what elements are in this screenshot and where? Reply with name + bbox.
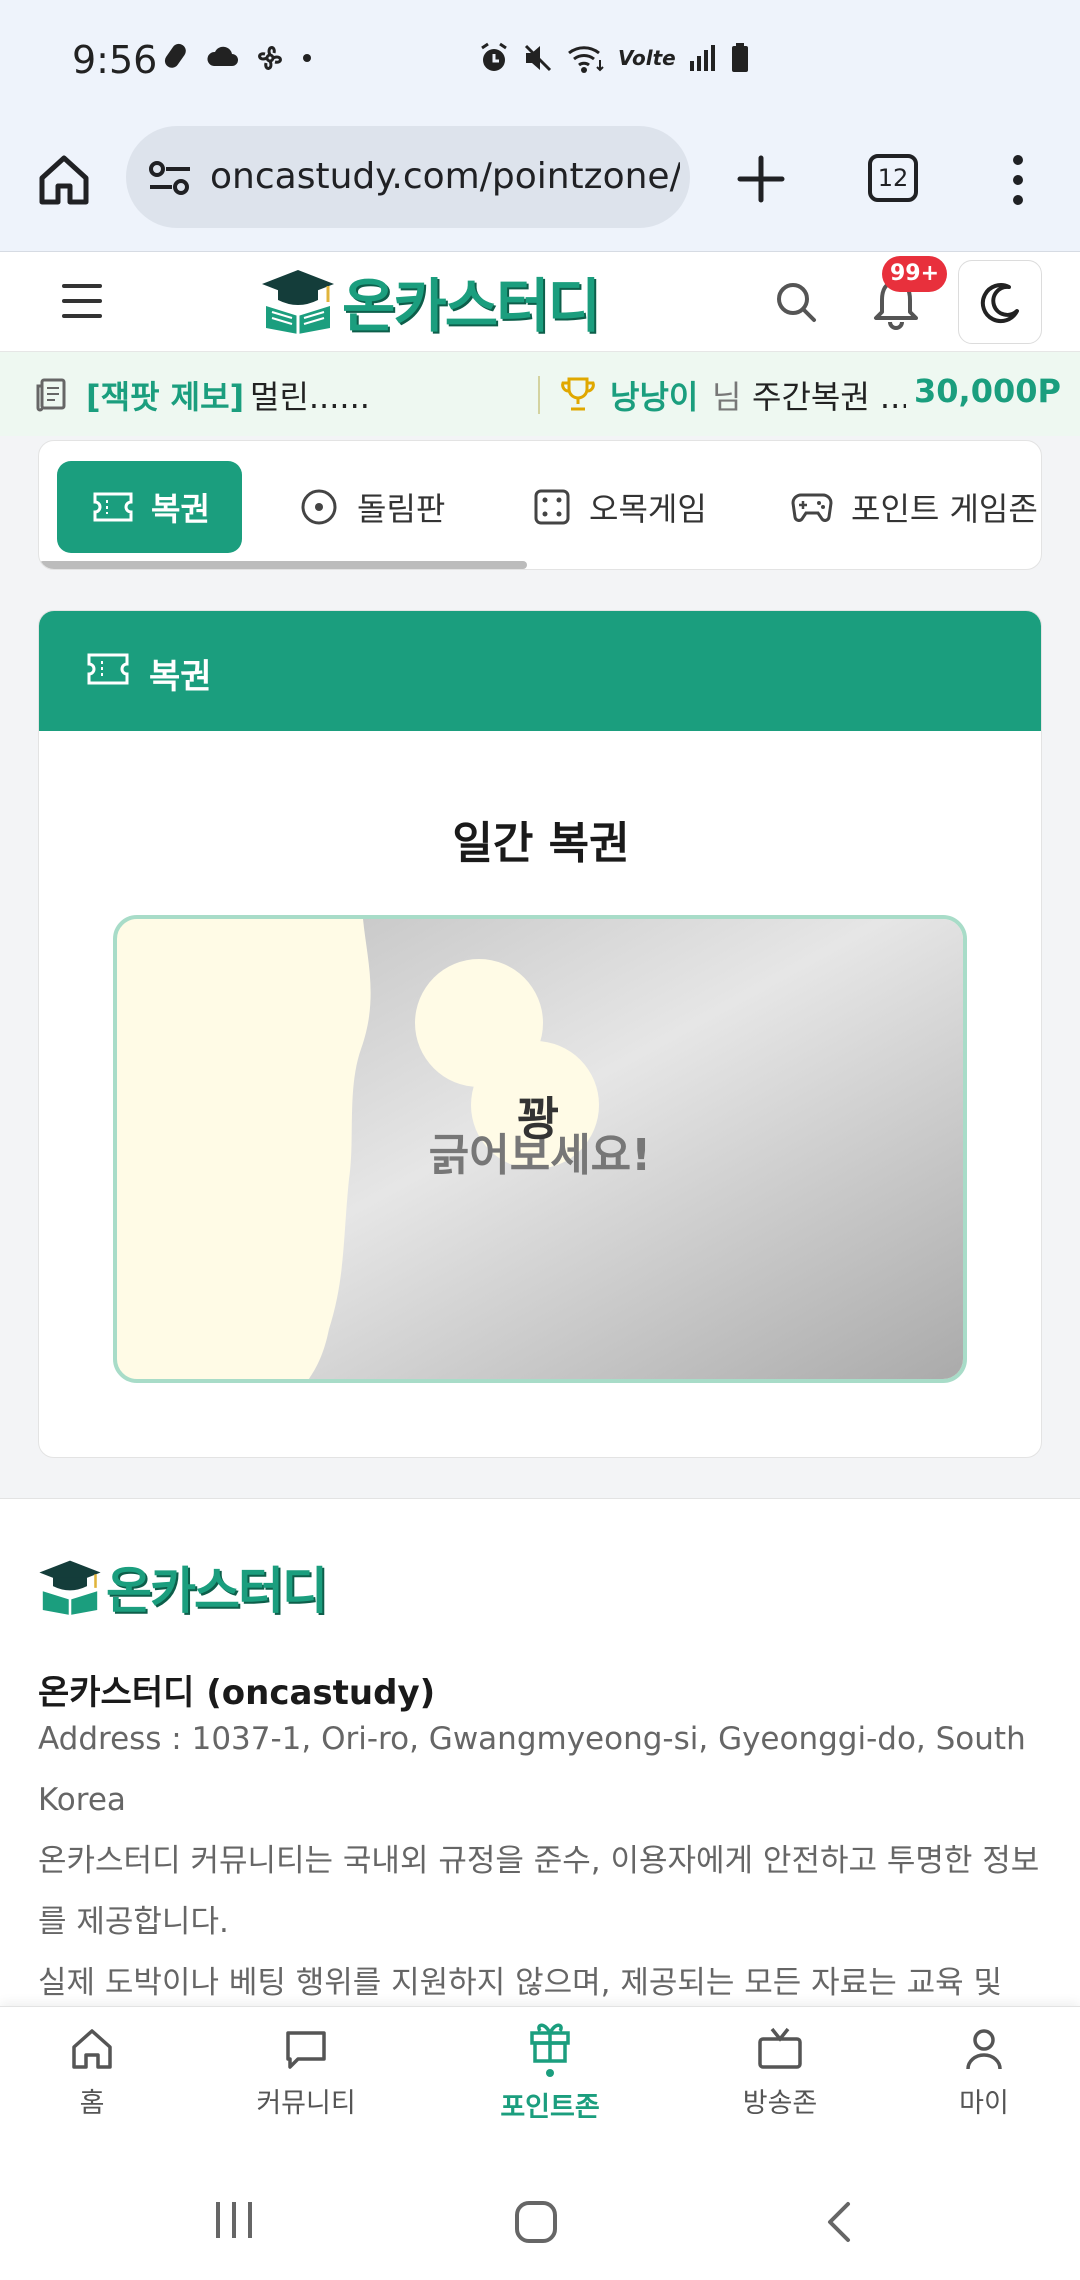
graduation-cap-icon [39,1560,101,1616]
hamburger-menu-icon[interactable] [62,284,102,318]
news-ticker[interactable]: [잭팟 제보] 멀린...... 낭낭이 님 주간복권 ... 30,000P [0,352,1080,436]
browser-home-icon[interactable] [36,152,92,208]
scratch-result: 꽝 [517,1092,560,1146]
graduation-cap-icon [262,270,334,334]
footer-description: 온카스터디 커뮤니티는 국내외 규정을 준수, 이용자에게 안전하고 투명한 정… [38,1843,1040,1940]
nav-community[interactable]: 커뮤니티 [226,2025,386,2120]
battery-icon [731,43,748,72]
theme-toggle-button[interactable] [958,260,1042,344]
footer-logo[interactable]: 온카스터디 [36,1551,328,1623]
browser-toolbar: oncastudy.com/pointzone/l 12 [0,126,1080,252]
footer-address: Address : 1037-1, Ori-ro, Gwangmyeong-si… [38,1721,1026,1818]
home-icon [72,2029,112,2069]
tab-label: 복권 [151,490,210,528]
tab-roulette[interactable]: 돌림판 [299,461,445,553]
notification-badge: 99+ [882,256,948,292]
newspaper-icon [36,378,66,412]
system-navigation [0,2158,1080,2280]
mute-icon [524,44,552,72]
ticker-news[interactable]: 멀린...... [250,372,370,418]
ticker-desc: 주간복권 ... [752,378,906,416]
url-bar[interactable]: oncastudy.com/pointzone/l [126,126,690,228]
footer-logo-text: 온카스터디 [106,1562,328,1620]
ticker-honorific: 님 [712,378,742,416]
status-bar: 9:56 Volte [0,0,1080,126]
nav-my[interactable]: 마이 [904,2025,1064,2120]
alarm-icon [481,42,507,71]
chat-icon [286,2031,326,2069]
logo-text: 온카스터디 [342,272,601,340]
tab-scroll-indicator[interactable] [39,561,527,569]
tab-label: 포인트 게임존 [851,490,1038,528]
site-settings-icon[interactable] [148,160,192,196]
ticket-icon [87,653,129,685]
tab-omok[interactable]: 오목게임 [533,461,707,553]
tab-label: 오목게임 [589,490,707,528]
fan-icon [258,46,282,70]
wifi-icon [568,46,604,73]
scratch-card[interactable]: 긁어보세요! 꽝 [113,915,967,1383]
search-icon[interactable] [772,278,820,326]
wheel-icon [301,489,337,525]
user-icon [966,2029,1002,2070]
nav-label: 홈 [79,2088,105,2119]
gamepad-icon [791,493,833,522]
nfc-icon [164,43,186,68]
nav-label: 마이 [959,2088,1009,2119]
daily-lottery-title: 일간 복권 [452,818,630,869]
more-menu-icon[interactable] [1000,152,1036,208]
nav-broadcast[interactable]: 방송존 [700,2025,860,2120]
tab-label: 돌림판 [357,490,446,528]
nav-label: 방송존 [742,2088,818,2119]
cloud-icon [207,46,238,66]
status-left-icons [162,42,314,74]
url-text[interactable]: oncastudy.com/pointzone/l [210,156,680,197]
new-tab-icon[interactable] [734,152,788,206]
bottom-navigation: 홈 커뮤니티 포인트존 방송존 마이 [0,2006,1080,2158]
nav-pointzone[interactable]: 포인트존 [470,2017,630,2124]
dice-icon [534,489,570,525]
active-indicator [546,2069,554,2077]
footer-company: 온카스터디 (oncastudy) [38,1673,436,1713]
site-footer: 온카스터디 온카스터디 (oncastudy) Address : 1037-1… [0,1498,1080,2008]
tv-icon [758,2027,802,2069]
site-logo[interactable]: 온카스터디 [258,266,601,340]
status-time: 9:56 [72,38,158,82]
gift-icon [530,2023,570,2063]
ticker-winner: 낭낭이 [610,378,699,416]
volte-label: Volte [618,46,676,70]
dot-icon [303,54,311,62]
ticker-tag: [잭팟 제보] [86,378,245,416]
ticket-icon [93,492,133,522]
recent-apps-icon[interactable] [212,2200,256,2240]
trophy-icon [561,377,595,411]
moon-icon [980,283,1019,324]
footer-disclaimer: 실제 도박이나 베팅 행위를 지원하지 않으며, 제공되는 모든 자료는 교육 … [38,1965,1002,2001]
ticker-divider [538,376,540,414]
nav-label: 포인트존 [500,2092,600,2123]
nav-home[interactable]: 홈 [12,2025,172,2120]
tab-count-button[interactable]: 12 [868,154,918,202]
lottery-card-title: 복권 [149,657,212,697]
ticker-points: 30,000P [914,372,1061,410]
lottery-card-header: 복권 [39,611,1041,731]
status-right-icons: Volte [478,42,750,74]
nav-label: 커뮤니티 [256,2088,356,2119]
back-icon[interactable] [820,2200,860,2244]
signal-icon [689,45,715,71]
lottery-card: 복권 일간 복권 긁어보세요! 꽝 [38,610,1042,1458]
pointzone-tabs: 복권 돌림판 오목게임 포인트 게임존 [38,440,1042,570]
system-home-icon[interactable] [514,2200,558,2244]
tab-lottery[interactable]: 복권 [57,461,242,553]
tab-point-gamezone[interactable]: 포인트 게임존 [791,461,1038,553]
